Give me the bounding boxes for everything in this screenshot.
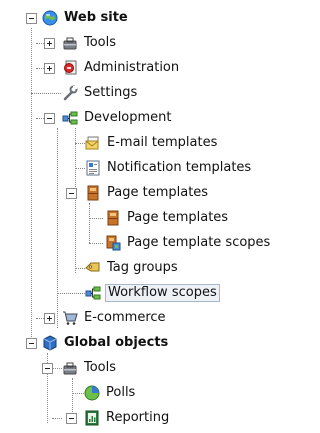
tree-node-ecommerce[interactable]: E-commerce: [62, 308, 168, 328]
tree-node-workflow-scopes[interactable]: Workflow scopes: [85, 283, 220, 303]
tree-node-label: Web site: [64, 10, 128, 25]
tree-node-page-templates[interactable]: Page templates: [85, 183, 210, 203]
tree-node-label: Tools: [84, 35, 117, 50]
tree-node-page-templates-child[interactable]: Page templates: [105, 208, 230, 228]
tag-icon: [85, 260, 101, 276]
expand-toggle[interactable]: [44, 313, 55, 324]
tree-connector: [75, 168, 85, 169]
tree-connector: [52, 418, 62, 419]
tree-connector: [36, 43, 44, 44]
tree-node-label: Page templates: [107, 185, 209, 200]
cube-icon: [42, 335, 58, 351]
tree-node-notification-templates[interactable]: Notification templates: [85, 158, 253, 178]
wrench-icon: [62, 85, 78, 101]
page-template-folder-icon: [85, 185, 101, 201]
collapse-toggle[interactable]: [66, 188, 77, 199]
tree-connector: [36, 318, 44, 319]
object-tree: Web site Tools Administration Settings D…: [0, 0, 279, 433]
tree-connector: [57, 128, 58, 328]
tree-node-label: Development: [84, 110, 172, 125]
tree-connector: [36, 68, 44, 69]
collapse-toggle[interactable]: [42, 363, 53, 374]
tree-node-label: Notification templates: [107, 160, 252, 175]
tree-node-email-templates[interactable]: E-mail templates: [85, 133, 219, 153]
tree-connector: [31, 93, 61, 94]
tree-node-settings[interactable]: Settings: [62, 83, 139, 103]
tree-connector: [31, 28, 32, 343]
tools-icon: [62, 360, 78, 376]
collapse-toggle[interactable]: [26, 338, 37, 349]
tree-node-global-tools[interactable]: Tools: [62, 358, 118, 378]
tree-node-page-template-scopes[interactable]: Page template scopes: [105, 233, 272, 253]
tree-node-label: E-mail templates: [107, 135, 218, 150]
tree-connector: [75, 143, 85, 144]
tree-node-label: Reporting: [106, 410, 170, 425]
collapse-toggle[interactable]: [66, 413, 77, 424]
page-template-icon: [105, 210, 121, 226]
tree-connector: [72, 393, 84, 394]
tree-connector: [57, 293, 85, 294]
tree-node-label: Tag groups: [107, 260, 178, 275]
tree-node-development[interactable]: Development: [62, 108, 174, 128]
tree-node-web-site[interactable]: Web site: [42, 8, 130, 28]
tree-node-label: Page templates: [127, 210, 229, 225]
tree-connector: [36, 118, 44, 119]
expand-toggle[interactable]: [44, 38, 55, 49]
tree-connector: [75, 268, 85, 269]
tree-connector: [89, 243, 103, 244]
tree-connector: [75, 128, 76, 273]
cart-icon: [62, 310, 78, 326]
reporting-icon: [84, 410, 100, 426]
tree-node-tag-groups[interactable]: Tag groups: [85, 258, 180, 278]
tree-connector: [52, 368, 62, 369]
tree-node-administration[interactable]: Administration: [62, 58, 181, 78]
tree-connector: [72, 378, 73, 418]
administration-icon: [62, 60, 78, 76]
expand-toggle[interactable]: [44, 63, 55, 74]
collapse-toggle[interactable]: [26, 13, 37, 24]
tree-connector: [89, 203, 90, 243]
tree-node-label: Polls: [106, 385, 136, 400]
tree-node-label: Administration: [84, 60, 180, 75]
tree-node-label: Tools: [84, 360, 117, 375]
tree-node-label: Global objects: [64, 335, 169, 350]
tree-node-global-objects[interactable]: Global objects: [42, 333, 170, 353]
poll-icon: [84, 385, 100, 401]
tools-icon: [62, 35, 78, 51]
tree-node-label: Settings: [84, 85, 138, 100]
tree-node-label: Workflow scopes: [105, 284, 220, 302]
tree-node-tools[interactable]: Tools: [62, 33, 118, 53]
tree-connector: [89, 218, 103, 219]
workflow-scope-icon: [85, 285, 101, 301]
notification-template-icon: [85, 160, 101, 176]
tree-node-label: Page template scopes: [127, 235, 271, 250]
email-template-icon: [85, 135, 101, 151]
tree-node-label: E-commerce: [84, 310, 166, 325]
tree-node-polls[interactable]: Polls: [84, 383, 137, 403]
collapse-toggle[interactable]: [44, 113, 55, 124]
tree-node-reporting[interactable]: Reporting: [84, 408, 171, 428]
page-template-scope-icon: [105, 235, 121, 251]
development-icon: [62, 110, 78, 126]
globe-icon: [42, 10, 58, 26]
